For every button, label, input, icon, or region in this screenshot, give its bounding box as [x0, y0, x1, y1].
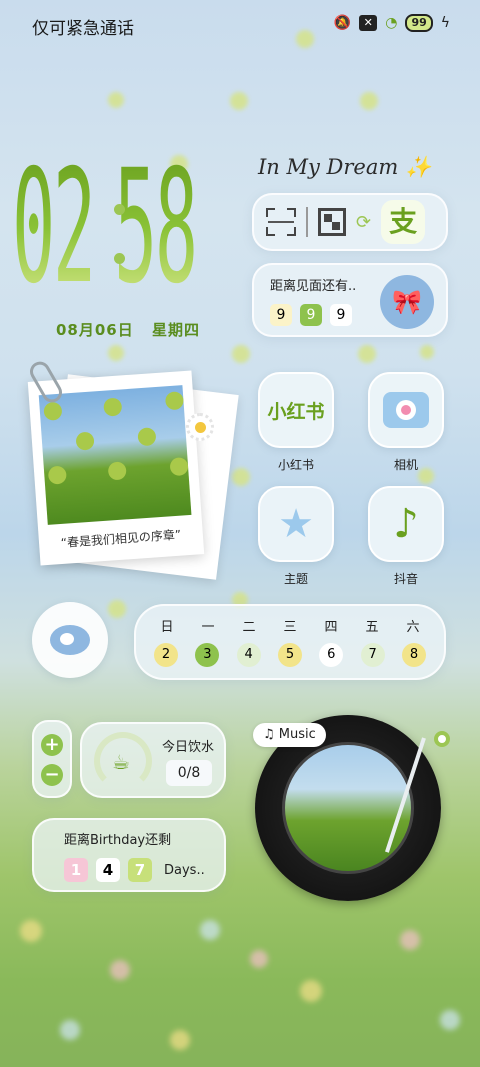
app-camera[interactable]: 相机 [368, 372, 444, 473]
app-label: 主题 [283, 572, 308, 586]
music-tag[interactable]: ♫ Music [253, 723, 326, 747]
album-art [282, 742, 414, 874]
qr-code-icon[interactable] [318, 208, 346, 236]
bow-icon: 🎀 [380, 275, 434, 329]
birthday-countdown-widget[interactable]: 距离Birthday还剩 1 4 7 Days.. [32, 818, 226, 892]
quick-actions-widget: ⟳ 支 [252, 193, 448, 251]
photo-image [38, 385, 192, 525]
tonearm-pivot [434, 731, 450, 747]
week-date: 8 [401, 643, 426, 667]
meet-countdown-widget[interactable]: 距离见面还有.. 9 9 9 🎀 [252, 263, 448, 337]
bokeh-dot [108, 345, 124, 361]
water-intake-widget[interactable]: ☕ 今日饮水 0/8 [80, 722, 226, 798]
bokeh-flower [110, 960, 130, 980]
birthday-digit: 7 [128, 858, 152, 882]
weekday-label: 四 [324, 620, 338, 635]
bokeh-flower [20, 920, 42, 942]
music-note-icon: ♫ [263, 727, 275, 742]
birthday-suffix: Days.. [164, 862, 205, 878]
bokeh-dot [360, 92, 378, 110]
bokeh-flower [60, 1020, 80, 1040]
photo-caption: “春是我们相见の序章” [60, 527, 182, 551]
bokeh-flower [400, 930, 420, 950]
status-icons: 🔕 ✕ ◔ 99 ϟ [334, 14, 450, 32]
close-box-icon: ✕ [359, 15, 378, 31]
minus-button[interactable]: − [41, 764, 63, 786]
app-label: 小红书 [277, 458, 314, 472]
theme-star-icon: ★ [258, 486, 334, 562]
weibo-icon [50, 625, 90, 655]
carrier-status: 仅可紧急通话 [32, 19, 134, 39]
week-date: 2 [154, 643, 178, 667]
divider [306, 207, 308, 237]
week-calendar-widget[interactable]: 日 一 二 三 四 五 六 2 3 4 5 6 7 8 [134, 604, 446, 680]
bokeh-dot [296, 30, 314, 48]
birthday-label: 距离Birthday还剩 [64, 833, 172, 848]
alipay-icon[interactable]: 支 [381, 200, 426, 244]
week-date: 3 [195, 643, 220, 667]
week-date: 4 [236, 643, 261, 667]
bokeh-flower [440, 1010, 460, 1030]
week-date: 6 [319, 643, 344, 667]
battery-icon: 99 [405, 14, 433, 32]
water-stepper: + − [32, 720, 72, 798]
water-value: 0/8 [166, 760, 212, 786]
meet-digit: 9 [300, 304, 322, 326]
week-date: 7 [360, 643, 385, 667]
bokeh-dot [108, 600, 126, 618]
weekday-label: 六 [406, 620, 420, 635]
bokeh-dot [108, 92, 124, 108]
camera-icon [368, 372, 444, 448]
week-date: 5 [277, 643, 302, 667]
sparkle-icon: ✨ [404, 155, 432, 179]
weekday-label: 五 [365, 620, 379, 635]
daisy-icon [186, 413, 214, 441]
bokeh-dot [420, 345, 434, 359]
app-tiktok[interactable]: ♪ 抖音 [368, 486, 444, 587]
meet-digit: 9 [270, 304, 292, 326]
bokeh-flower [170, 1030, 190, 1050]
weekday-label: 一 [201, 620, 215, 635]
app-label: 抖音 [393, 572, 418, 586]
wifi-icon: ◔ [385, 15, 398, 31]
bokeh-dot [232, 468, 250, 486]
weekday-label: 二 [242, 620, 256, 635]
water-label: 今日饮水 [162, 740, 215, 755]
clock-date: 08月06日 星期四 [56, 321, 200, 339]
meet-digit: 9 [330, 304, 352, 326]
bokeh-dot [230, 92, 248, 110]
scan-icon[interactable] [266, 208, 296, 236]
clock-hour: 02 [12, 136, 96, 319]
app-label: 相机 [393, 458, 418, 472]
bokeh-flower [200, 920, 220, 940]
weekday-label: 三 [283, 620, 297, 635]
cup-icon: ☕ [112, 750, 130, 774]
dream-title: In My Dream ✨ [258, 155, 431, 180]
bokeh-flower [250, 950, 268, 968]
bokeh-dot [358, 345, 376, 363]
swap-icon: ⟳ [356, 211, 372, 233]
bokeh-dot [232, 345, 250, 363]
bokeh-flower [300, 980, 322, 1002]
weekday-label: 日 [160, 620, 174, 635]
birthday-digit: 4 [96, 858, 120, 882]
app-theme[interactable]: ★ 主题 [258, 486, 334, 587]
birthday-digit: 1 [64, 858, 88, 882]
dream-text: In My Dream [258, 155, 399, 179]
weibo-app[interactable] [32, 602, 108, 678]
mute-icon: 🔕 [333, 15, 352, 31]
charging-icon: ϟ [440, 15, 450, 31]
tiktok-icon: ♪ [368, 486, 444, 562]
music-label: Music [278, 727, 316, 742]
xiaohongshu-icon: 小红书 [258, 372, 334, 448]
plus-button[interactable]: + [41, 734, 63, 756]
clock-colon [114, 204, 126, 302]
app-xiaohongshu[interactable]: 小红书 小红书 [258, 372, 334, 473]
